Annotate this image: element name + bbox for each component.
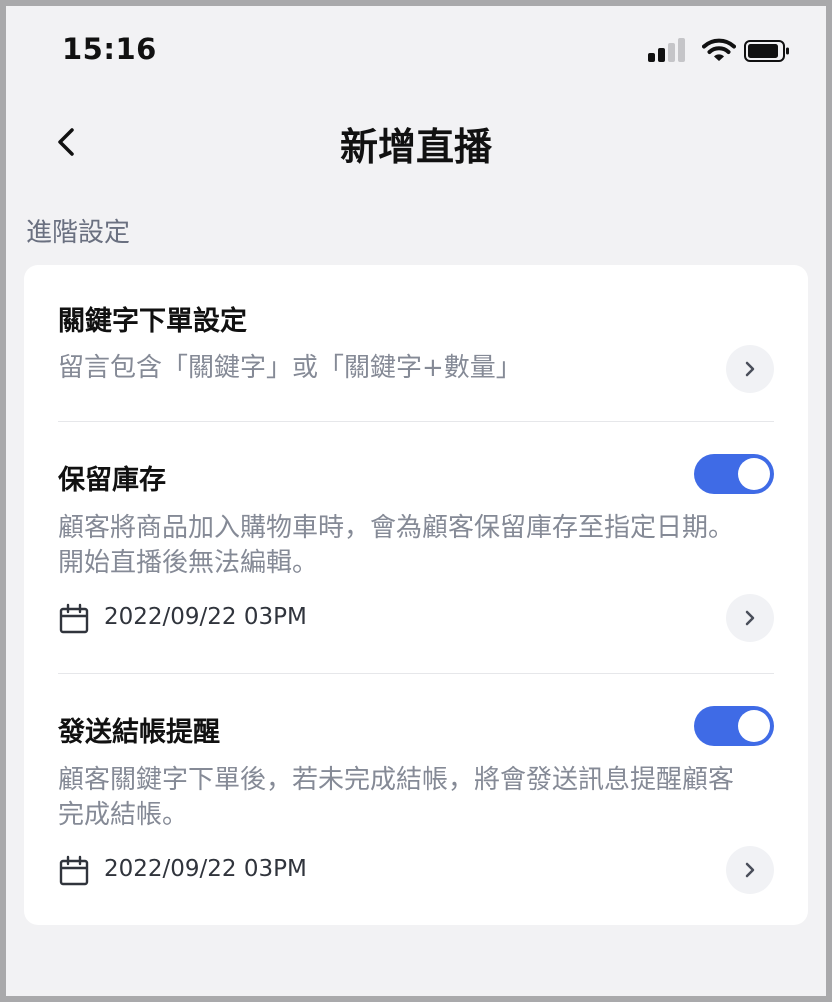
advanced-settings-card: 關鍵字下單設定 留言包含「關鍵字」或「關鍵字+數量」 保留庫存 顧客將商品加入購…: [24, 265, 808, 925]
chevron-right-icon: [745, 610, 755, 626]
battery-icon: [744, 40, 789, 62]
app-screen: 15:16 新增直播 進階設定 關鍵字下單設定 留言包含「關鍵字」或「關鍵字+數…: [6, 6, 826, 996]
page-title: 新增直播: [339, 125, 492, 169]
cellular-signal-icon: [648, 38, 688, 62]
toggle-knob: [738, 710, 770, 742]
reserve-stock-date-button[interactable]: [726, 594, 774, 642]
section-label: 進階設定: [26, 218, 131, 248]
keyword-order-description: 留言包含「關鍵字」或「關鍵字+數量」: [58, 353, 522, 383]
navigation-bar: 新增直播: [6, 102, 826, 182]
chevron-right-icon: [745, 862, 755, 878]
calendar-icon: [59, 603, 89, 634]
checkout-reminder-description: 顧客關鍵字下單後，若未完成結帳，將會發送訊息提醒顧客完成結帳。: [58, 765, 735, 830]
toggle-knob: [738, 458, 770, 490]
reserve-stock-description: 顧客將商品加入購物車時，會為顧客保留庫存至指定日期。開始直播後無法編輯。: [58, 513, 735, 578]
status-bar: 15:16: [6, 6, 826, 94]
reserve-stock-toggle[interactable]: [694, 454, 774, 494]
keyword-order-title: 關鍵字下單設定: [58, 306, 247, 337]
divider: [58, 421, 774, 422]
divider: [58, 673, 774, 674]
checkout-reminder-toggle[interactable]: [694, 706, 774, 746]
wifi-icon: [702, 38, 736, 61]
checkout-reminder-title: 發送結帳提醒: [58, 717, 220, 748]
chevron-right-icon: [745, 361, 755, 377]
calendar-icon: [59, 855, 89, 886]
reserve-stock-title: 保留庫存: [58, 465, 166, 496]
checkout-reminder-date: 2022/09/22 03PM: [104, 856, 307, 882]
keyword-order-open-button[interactable]: [726, 345, 774, 393]
reserve-stock-date: 2022/09/22 03PM: [104, 604, 307, 630]
status-time: 15:16: [62, 32, 157, 66]
checkout-reminder-date-button[interactable]: [726, 846, 774, 894]
